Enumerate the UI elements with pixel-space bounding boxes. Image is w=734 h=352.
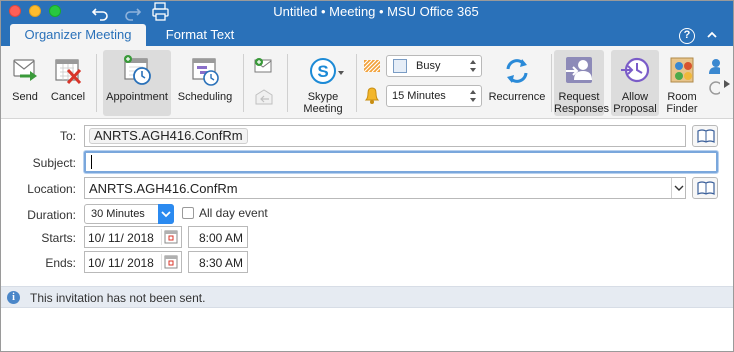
allow-proposal-icon — [621, 57, 650, 83]
show-as-dropdown[interactable]: Busy — [386, 55, 482, 77]
ribbon: Send Cancel Appointment Scheduling S Sky… — [0, 46, 734, 119]
show-as-icon — [361, 55, 383, 77]
add-attachment-icon[interactable] — [252, 56, 276, 78]
stepper-icon — [470, 60, 476, 72]
people-icon[interactable] — [706, 56, 720, 96]
address-book-icon — [697, 181, 715, 195]
request-responses-label-line1: Request — [558, 91, 600, 103]
send-button[interactable]: Send — [4, 50, 46, 116]
appointment-icon — [124, 55, 151, 85]
collapse-ribbon-icon[interactable] — [706, 29, 718, 41]
reminder-dropdown[interactable]: 15 Minutes — [386, 85, 482, 107]
title-bar: Untitled • Meeting • MSU Office 365 — [0, 0, 734, 24]
ends-label: Ends: — [45, 256, 76, 270]
calendar-icon[interactable] — [161, 229, 179, 245]
room-finder-icon — [670, 57, 694, 83]
recurrence-button[interactable]: Recurrence — [486, 50, 548, 116]
chevron-down-icon — [161, 211, 171, 218]
scheduling-label: Scheduling — [177, 91, 233, 103]
tab-organizer-meeting[interactable]: Organizer Meeting — [10, 24, 146, 46]
address-book-icon — [697, 129, 715, 143]
calendar-icon[interactable] — [161, 254, 179, 270]
start-date-value: 10/ 11/ 2018 — [88, 231, 154, 245]
cancel-button[interactable]: Cancel — [47, 50, 89, 116]
end-date-field[interactable]: 10/ 11/ 2018 — [84, 251, 182, 273]
send-label: Send — [12, 91, 38, 103]
forward-icon — [252, 86, 276, 108]
recipient-token[interactable]: ANRTS.AGH416.ConfRm — [89, 128, 248, 144]
duration-dropdown[interactable]: 30 Minutes — [84, 204, 174, 224]
end-time-value: 8:30 AM — [199, 256, 244, 270]
window-title: Untitled • Meeting • MSU Office 365 — [273, 4, 479, 19]
chevron-down-icon — [674, 185, 684, 191]
skype-dropdown-icon[interactable] — [337, 66, 345, 75]
location-value: ANRTS.AGH416.ConfRm — [89, 181, 238, 196]
end-date-value: 10/ 11/ 2018 — [88, 256, 154, 270]
start-time-field[interactable]: 8:00 AM — [188, 226, 248, 248]
starts-label: Starts: — [41, 231, 76, 245]
ribbon-separator — [96, 54, 97, 112]
recurrence-label: Recurrence — [488, 91, 546, 103]
skype-icon: S — [310, 58, 336, 84]
reminder-bell-icon — [361, 84, 383, 106]
duration-value: 30 Minutes — [91, 208, 145, 220]
ribbon-separator — [243, 54, 244, 112]
duration-label: Duration: — [27, 208, 76, 222]
room-finder-label-line2: Finder — [666, 103, 698, 115]
cancel-calendar-icon — [55, 59, 82, 85]
info-icon: i — [7, 291, 20, 304]
to-label: To: — [59, 129, 76, 143]
appointment-button[interactable]: Appointment — [103, 50, 171, 116]
request-responses-label-line2: Responses — [554, 103, 610, 115]
scheduling-icon — [192, 58, 219, 86]
reminder-value: 15 Minutes — [392, 90, 446, 102]
info-message: This invitation has not been sent. — [30, 291, 206, 305]
cancel-label: Cancel — [50, 91, 86, 103]
svg-text:S: S — [317, 62, 328, 81]
skype-meeting-label-line2: Meeting — [303, 103, 343, 115]
message-body[interactable] — [1, 309, 733, 351]
recurrence-icon — [506, 59, 528, 83]
skype-meeting-button[interactable]: S Skype Meeting — [294, 50, 352, 116]
subject-label: Subject: — [32, 156, 76, 170]
room-finder-button[interactable]: Room Finder — [661, 50, 703, 116]
request-responses-button[interactable]: Request Responses — [554, 50, 610, 116]
start-date-field[interactable]: 10/ 11/ 2018 — [84, 226, 182, 248]
ribbon-tab-bar: Organizer Meeting Format Text ? — [0, 24, 734, 46]
ribbon-separator — [356, 54, 357, 112]
stepper-icon — [470, 90, 476, 102]
info-bar: i This invitation has not been sent. — [1, 286, 733, 308]
location-label: Location: — [27, 182, 76, 196]
room-address-book-button[interactable] — [692, 177, 718, 199]
text-caret — [91, 155, 92, 169]
help-icon[interactable]: ? — [679, 28, 695, 44]
ribbon-overflow-icon[interactable] — [722, 78, 732, 88]
start-time-value: 8:00 AM — [199, 231, 244, 245]
tab-format-text[interactable]: Format Text — [150, 24, 250, 46]
location-dropdown-button[interactable] — [671, 178, 685, 198]
location-input[interactable]: ANRTS.AGH416.ConfRm — [84, 177, 686, 199]
allow-proposal-label-line2: Proposal — [613, 103, 657, 115]
skype-meeting-label-line1: Skype — [307, 91, 339, 103]
show-as-value: Busy — [416, 60, 441, 72]
allow-proposal-button[interactable]: Allow Proposal — [611, 50, 659, 116]
scheduling-button[interactable]: Scheduling — [174, 50, 236, 116]
duration-dropdown-button[interactable] — [158, 204, 174, 224]
end-time-field[interactable]: 8:30 AM — [188, 251, 248, 273]
send-icon — [13, 59, 37, 81]
all-day-checkbox[interactable] — [182, 207, 194, 219]
ribbon-separator — [287, 54, 288, 112]
subject-input[interactable] — [84, 151, 718, 173]
appointment-label: Appointment — [106, 91, 168, 103]
to-field[interactable]: ANRTS.AGH416.ConfRm — [84, 125, 686, 147]
allow-proposal-label-line1: Allow — [621, 91, 649, 103]
busy-swatch — [393, 59, 407, 73]
address-book-button[interactable] — [692, 125, 718, 147]
all-day-label: All day event — [199, 206, 268, 220]
request-responses-icon — [566, 57, 592, 83]
room-finder-label-line1: Room — [667, 91, 697, 103]
ribbon-separator — [551, 54, 552, 112]
